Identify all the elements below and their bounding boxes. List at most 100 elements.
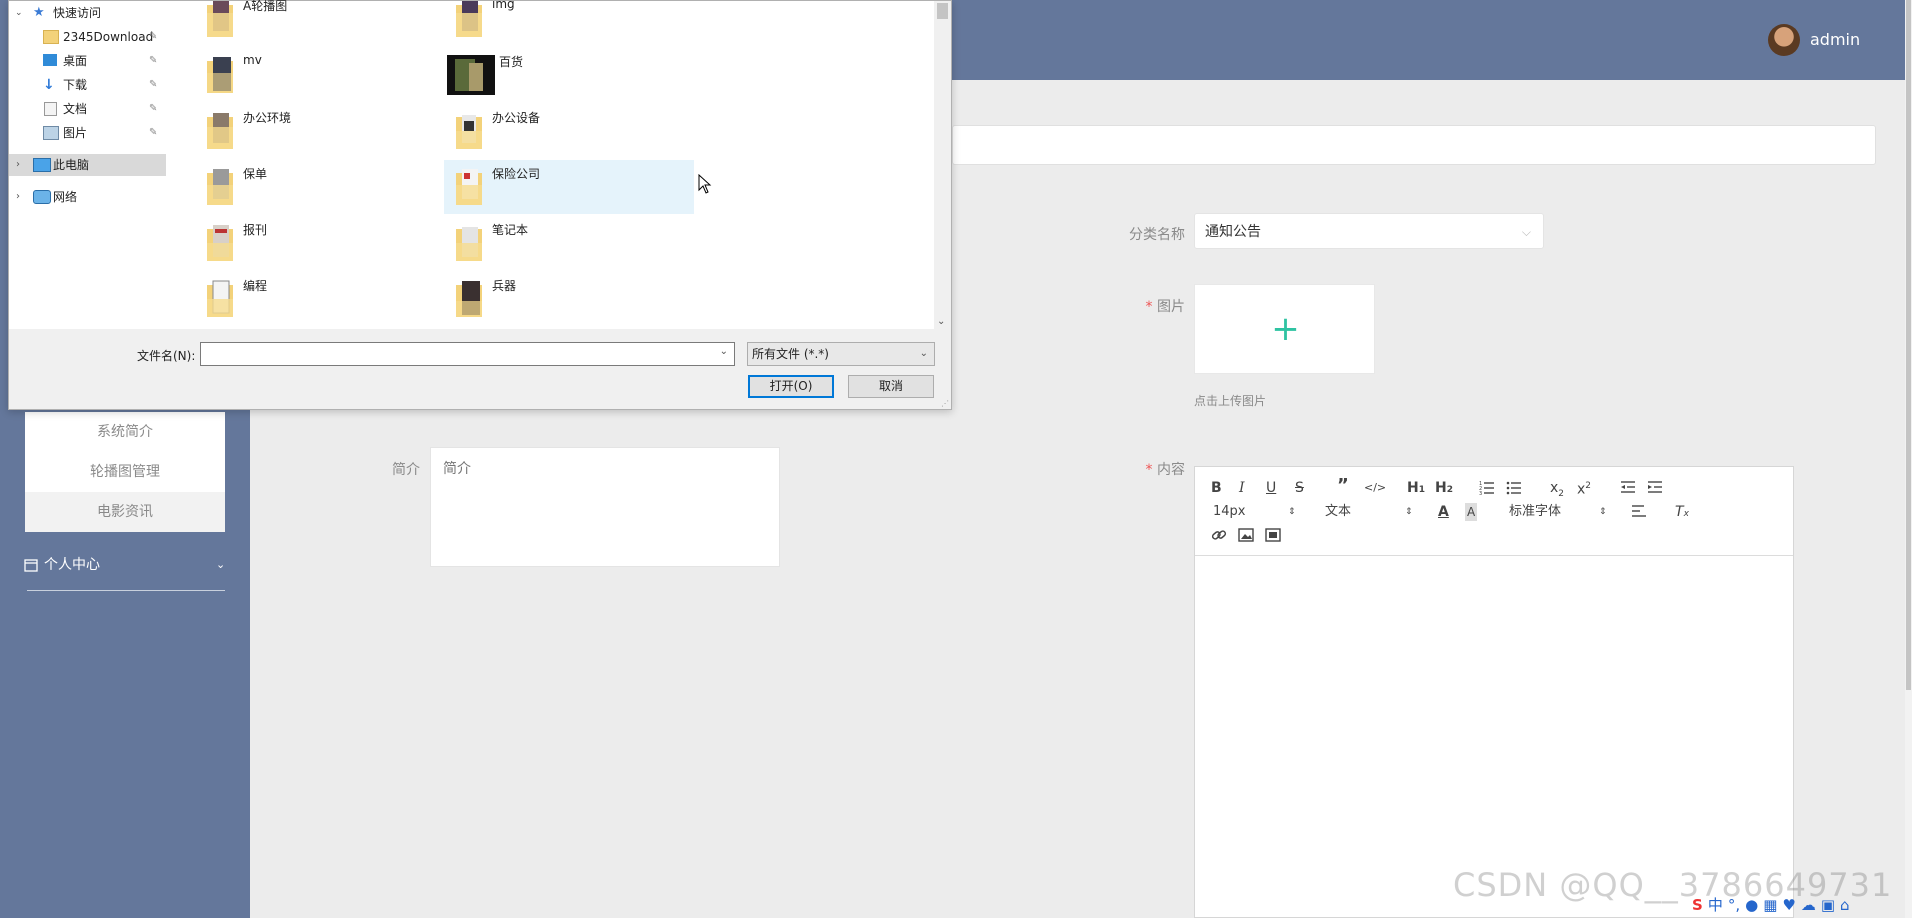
- font-family-value: 标准字体: [1509, 504, 1562, 519]
- dialog-navigation-pane[interactable]: ⌄ ★ 快速访问 2345Download ✎ 桌面 ✎ ↓ 下载 ✎ 文档 ✎…: [9, 1, 166, 329]
- nav-this-pc[interactable]: › 此电脑: [9, 154, 166, 176]
- content-label: * 内容: [1145, 462, 1185, 478]
- user-avatar[interactable]: [1768, 24, 1800, 56]
- font-color-icon[interactable]: A: [1438, 503, 1449, 521]
- summary-input[interactable]: [430, 447, 780, 567]
- nav-network[interactable]: › 网络: [9, 186, 166, 208]
- filetype-value: 所有文件 (*.*): [752, 347, 829, 361]
- user-name[interactable]: admin: [1810, 30, 1860, 49]
- folder-icon: [456, 1, 482, 37]
- filename-input[interactable]: ⌄: [200, 342, 735, 366]
- blockquote-icon[interactable]: ”: [1337, 477, 1349, 495]
- computer-icon: [33, 158, 51, 172]
- cancel-button[interactable]: 取消: [848, 375, 934, 398]
- file-item[interactable]: 兵器: [444, 275, 694, 329]
- nav-label: 文档: [63, 102, 88, 116]
- settings-icon[interactable]: ⌂: [1840, 896, 1850, 914]
- clear-format-icon[interactable]: Tx: [1675, 503, 1689, 521]
- pin-icon: ✎: [149, 103, 158, 114]
- plus-icon: +: [1271, 309, 1300, 349]
- chevron-down-icon[interactable]: ⌄: [720, 346, 728, 357]
- nav-documents[interactable]: 文档 ✎: [9, 98, 166, 120]
- punctuation-icon[interactable]: °,: [1728, 896, 1740, 914]
- file-item[interactable]: 办公环境: [195, 107, 445, 161]
- folder-icon: [456, 227, 482, 261]
- nav-label: 下载: [63, 78, 88, 92]
- heading-2-icon[interactable]: H2: [1435, 479, 1453, 497]
- block-format-value: 文本: [1325, 504, 1352, 519]
- keyboard-icon[interactable]: ▦: [1763, 896, 1777, 914]
- file-item[interactable]: 保单: [195, 163, 445, 217]
- file-item[interactable]: 报刊: [195, 219, 445, 273]
- mouse-cursor-icon: [698, 174, 712, 194]
- sidebar-item-system-intro[interactable]: 系统简介: [25, 412, 225, 452]
- superscript-icon[interactable]: x2: [1577, 477, 1591, 498]
- ime-mode[interactable]: 中: [1708, 896, 1723, 914]
- scrollbar-thumb[interactable]: [937, 3, 948, 19]
- resize-grip-icon[interactable]: ⋰: [941, 399, 949, 408]
- folder-icon: [207, 57, 233, 93]
- cloud-icon[interactable]: ☁: [1801, 896, 1816, 914]
- nav-quick-access[interactable]: ⌄ ★ 快速访问: [9, 2, 166, 24]
- file-item[interactable]: img: [444, 0, 694, 49]
- nav-downloads[interactable]: ↓ 下载 ✎: [9, 74, 166, 96]
- video-icon[interactable]: [1265, 527, 1281, 545]
- block-format-select[interactable]: 文本 ⇕: [1325, 503, 1413, 521]
- rich-text-editor[interactable]: B I U S ” </> H1 H2 123 x2 x2 14px ⇕ 文本 ⇕ …: [1194, 466, 1794, 918]
- network-icon: [33, 190, 51, 204]
- file-open-dialog: ⌄ ★ 快速访问 2345Download ✎ 桌面 ✎ ↓ 下载 ✎ 文档 ✎…: [8, 0, 952, 410]
- ordered-list-icon[interactable]: 123: [1479, 479, 1495, 497]
- file-item[interactable]: 编程: [195, 275, 445, 329]
- strike-icon[interactable]: S: [1295, 479, 1304, 497]
- file-item[interactable]: 百货: [444, 51, 694, 105]
- category-select[interactable]: 通知公告 ⌵: [1194, 213, 1544, 249]
- background-color-icon[interactable]: A: [1465, 503, 1478, 521]
- link-icon[interactable]: [1211, 527, 1227, 545]
- skin-icon[interactable]: ♥: [1782, 896, 1795, 914]
- file-list-scrollbar[interactable]: ⌄: [934, 1, 951, 329]
- folder-icon: [456, 281, 482, 317]
- dialog-file-list[interactable]: A轮播图 img mv 百货 办公环境 办公设备 保单 保险公司 报刊 笔记本 …: [166, 0, 934, 329]
- bold-icon[interactable]: B: [1211, 479, 1222, 497]
- file-item-hovered[interactable]: 保险公司: [444, 160, 694, 214]
- outdent-icon[interactable]: [1620, 479, 1636, 497]
- font-size-value: 14px: [1213, 504, 1246, 519]
- file-item[interactable]: A轮播图: [195, 0, 445, 49]
- sidebar-item-personal-center[interactable]: 个人中心 ⌄: [24, 552, 229, 578]
- sogou-ime-icon[interactable]: S: [1692, 896, 1703, 914]
- nav-pictures[interactable]: 图片 ✎: [9, 122, 166, 144]
- align-icon[interactable]: [1631, 503, 1647, 521]
- bullet-list-icon[interactable]: [1506, 479, 1522, 497]
- underline-icon[interactable]: U: [1266, 479, 1276, 497]
- filetype-select[interactable]: 所有文件 (*.*) ⌄: [747, 342, 935, 366]
- breadcrumb-bar: [952, 125, 1876, 165]
- nav-desktop[interactable]: 桌面 ✎: [9, 50, 166, 72]
- image-uploader[interactable]: +: [1194, 284, 1375, 374]
- file-item[interactable]: mv: [195, 51, 445, 105]
- sidebar-item-carousel-management[interactable]: 轮播图管理: [25, 452, 225, 492]
- italic-icon[interactable]: I: [1239, 479, 1245, 497]
- folder-icon: [207, 280, 233, 317]
- heading-1-icon[interactable]: H1: [1407, 479, 1425, 497]
- open-button[interactable]: 打开(O): [748, 375, 834, 398]
- subscript-icon[interactable]: x2: [1550, 479, 1564, 499]
- photo-folder-icon: [447, 55, 495, 95]
- microphone-icon[interactable]: ●: [1745, 896, 1758, 914]
- code-icon[interactable]: </>: [1364, 479, 1386, 497]
- file-item[interactable]: 笔记本: [444, 219, 694, 273]
- indent-icon[interactable]: [1647, 479, 1663, 497]
- nav-label: 快速访问: [53, 6, 102, 20]
- font-family-select[interactable]: 标准字体 ⇕: [1509, 503, 1607, 521]
- nav-2345download[interactable]: 2345Download ✎: [9, 26, 166, 48]
- page-scrollbar-thumb[interactable]: [1906, 0, 1911, 690]
- grid-icon[interactable]: ▣: [1821, 896, 1835, 914]
- font-size-select[interactable]: 14px ⇕: [1213, 503, 1296, 521]
- file-item[interactable]: 办公设备: [444, 107, 694, 161]
- sidebar-item-movie-news[interactable]: 电影资讯: [25, 492, 225, 532]
- image-icon[interactable]: [1238, 527, 1254, 545]
- nav-label: 桌面: [63, 54, 88, 68]
- pin-icon: ✎: [149, 31, 158, 42]
- sidebar-item-label: 个人中心: [44, 557, 100, 573]
- chevron-down-icon[interactable]: ⌄: [937, 316, 945, 327]
- sidebar-submenu: 系统简介 轮播图管理 电影资讯: [25, 412, 225, 532]
